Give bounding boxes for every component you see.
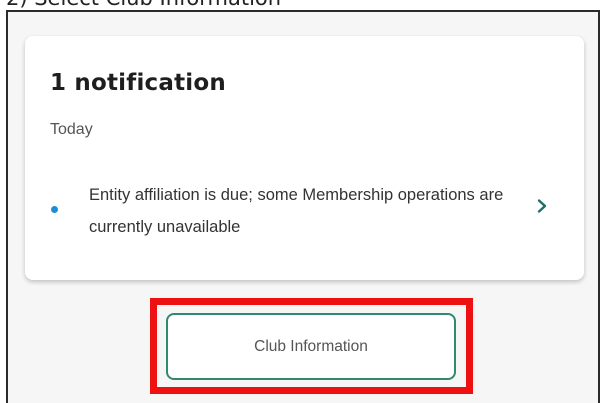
notifications-title: 1 notification: [50, 70, 226, 96]
unread-dot-icon: [51, 206, 58, 213]
date-group-label: Today: [50, 121, 93, 138]
notification-text: Entity affiliation is due; some Membersh…: [89, 186, 504, 236]
instruction-caption: 2) Select Club Information: [6, 0, 281, 10]
notifications-card: 1 notification Today Entity affiliation …: [25, 36, 584, 280]
chevron-right-icon[interactable]: [534, 198, 550, 214]
notification-item[interactable]: Entity affiliation is due; some Membersh…: [25, 171, 584, 241]
club-information-button[interactable]: Club Information: [166, 313, 456, 380]
